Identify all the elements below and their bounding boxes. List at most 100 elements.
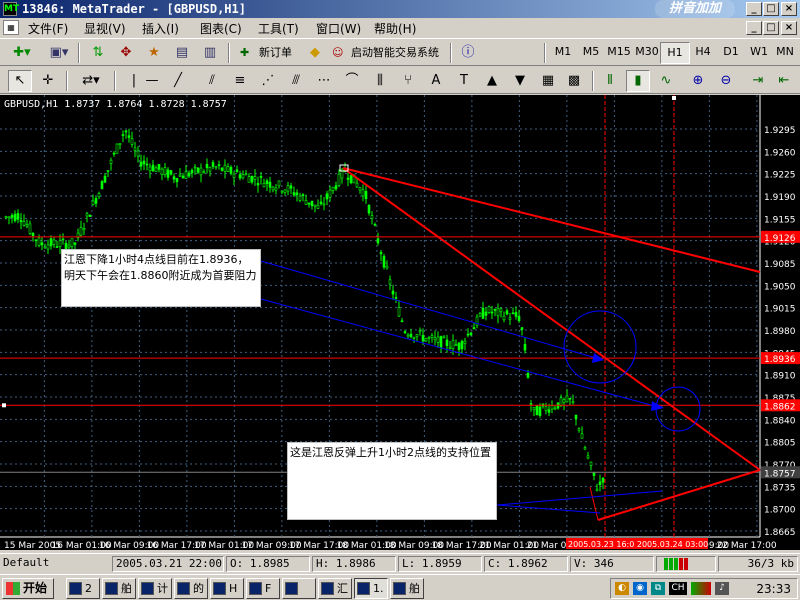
app-icon (213, 582, 226, 595)
timeframe-m1[interactable]: M1 (548, 42, 578, 64)
annotation-support[interactable]: 这是江恩反弹上升1小时2点线的支持位置 (287, 442, 497, 520)
crosshair-icon[interactable]: ✛ (36, 70, 60, 92)
bar-chart-icon[interactable]: ⫴ (598, 70, 622, 92)
taskbar-button-2[interactable]: 舶 (102, 578, 136, 599)
chart-shift-icon[interactable]: ⇤ (772, 70, 796, 92)
windows-taskbar: 开始 2 舶 计 的 H F 汇 1. 舶 ◐ ◉ ⧉ CH ♪ 23:33 (0, 574, 800, 600)
annotation-resistance[interactable]: 江恩下降1小时4点线目前在1.8936，明天下午会在1.8860附近成为首要阻力 (61, 249, 261, 307)
terminal-icon[interactable]: ▤ (170, 42, 194, 64)
zoom-in-icon[interactable]: ⊕ (686, 70, 710, 92)
gann-fan-icon[interactable]: ⋯ (312, 70, 336, 92)
language-indicator[interactable]: CH (669, 582, 687, 595)
network-icon[interactable]: ⧉ (651, 582, 665, 595)
taskbar-button-1[interactable]: 2 (66, 578, 100, 599)
inner-restore-button[interactable]: □ (763, 21, 779, 35)
zoom-out-icon[interactable]: ⊖ (714, 70, 738, 92)
taskbar-button-metatrader[interactable]: 1. (354, 578, 388, 599)
price-label: 1.8840 (764, 416, 796, 426)
candle-body (358, 187, 362, 191)
metaeditor-icon[interactable]: ◆ (304, 42, 326, 64)
candle-body (532, 407, 536, 410)
ime-logo: 拼音加加 (655, 0, 735, 18)
menu-tools[interactable]: 工具(T) (254, 20, 303, 37)
label-icon[interactable]: T (452, 70, 476, 92)
new-order-label: 新订单 (259, 46, 292, 59)
candle-body (202, 171, 206, 173)
fibo-arcs-icon[interactable]: ⌒ (340, 70, 364, 92)
timeframe-d1[interactable]: D1 (716, 42, 746, 64)
candle-body (280, 190, 284, 193)
candle-body (58, 240, 62, 247)
candle-body (304, 200, 308, 205)
timeframe-m5[interactable]: M5 (576, 42, 606, 64)
grid-icon[interactable]: ▦ (536, 70, 560, 92)
taskbar-button-3[interactable]: 计 (138, 578, 172, 599)
gann-line-icon[interactable]: ⫻ (284, 70, 308, 92)
tray-icon-2[interactable]: ◉ (633, 582, 647, 595)
candle-body (469, 332, 473, 336)
timeframe-h4[interactable]: H4 (688, 42, 718, 64)
fibo-fan-icon[interactable]: ⋰ (256, 70, 280, 92)
menu-help[interactable]: 帮助(H) (370, 20, 420, 37)
new-chart-icon[interactable]: ✚▾ (6, 42, 38, 64)
market-watch-icon[interactable]: ⇅ (86, 42, 110, 64)
expert-advisors-button[interactable]: ☺ 启动智能交易系统 (328, 42, 446, 64)
line-chart-icon[interactable]: ∿ (654, 70, 678, 92)
text-icon[interactable]: A (424, 70, 448, 92)
candle-body (250, 175, 254, 183)
timeframe-h1[interactable]: H1 (660, 42, 690, 64)
candle-body (292, 192, 296, 196)
horizontal-line-icon[interactable]: — (140, 70, 164, 92)
menu-insert[interactable]: 插入(I) (138, 20, 183, 37)
profiles-icon[interactable]: ▣▾ (44, 42, 74, 64)
candle-body (394, 297, 398, 299)
candle-body (370, 215, 374, 219)
arrow-down-icon[interactable]: ▼ (508, 70, 532, 92)
start-button[interactable]: 开始 (2, 578, 54, 599)
candle-body (478, 313, 482, 317)
trendline-icon[interactable]: ╱ (166, 70, 190, 92)
help-icon[interactable]: ⓘ (456, 42, 480, 64)
candle-body (172, 176, 176, 180)
candle-body (448, 346, 452, 349)
grid2-icon[interactable]: ▩ (562, 70, 586, 92)
candle-body (166, 169, 170, 178)
objects-dropdown-icon[interactable]: ⇄▾ (74, 70, 108, 92)
candlesticks-icon[interactable]: ▮ (626, 70, 650, 92)
tester-icon[interactable]: ▥ (198, 42, 222, 64)
menu-view[interactable]: 显视(V) (80, 20, 130, 37)
new-order-button[interactable]: ✚ 新订单 (236, 42, 302, 64)
minimize-button[interactable]: _ (746, 2, 762, 16)
cursor-icon[interactable]: ↖ (8, 70, 32, 92)
candle-body (262, 183, 266, 188)
maximize-button[interactable]: □ (763, 2, 779, 16)
fibo-time-icon[interactable]: ⫼ (368, 70, 392, 92)
tray-icon-1[interactable]: ◐ (615, 582, 629, 595)
data-window-icon[interactable]: ✥ (114, 42, 138, 64)
andrews-pitchfork-icon[interactable]: ⑂ (396, 70, 420, 92)
taskbar-button-7[interactable] (282, 578, 316, 599)
taskbar-button-4[interactable]: 的 (174, 578, 208, 599)
volume-icon[interactable]: ♪ (715, 582, 729, 595)
close-button[interactable]: × (781, 2, 797, 16)
inner-minimize-button[interactable]: _ (746, 21, 762, 35)
navigator-icon[interactable]: ★ (142, 42, 166, 64)
price-chart[interactable]: 1.92951.92601.92251.91901.91551.91201.90… (0, 95, 800, 550)
menu-charts[interactable]: 图表(C) (196, 20, 246, 37)
taskbar-button-5[interactable]: H (210, 578, 244, 599)
menu-file[interactable]: 文件(F) (24, 20, 72, 37)
window-title: 13846: MetaTrader - [GBPUSD,H1] (22, 2, 246, 16)
menu-window[interactable]: 窗口(W) (312, 20, 365, 37)
taskbar-button-10[interactable]: 舶 (390, 578, 424, 599)
timeframe-m15[interactable]: M15 (604, 42, 634, 64)
arrow-up-icon[interactable]: ▲ (480, 70, 504, 92)
inner-close-button[interactable]: × (781, 21, 797, 35)
auto-scroll-icon[interactable]: ⇥ (746, 70, 770, 92)
candle-body (79, 227, 83, 236)
equidistant-channel-icon[interactable]: ⫽ (200, 70, 224, 92)
timeframe-mn[interactable]: MN (770, 42, 800, 64)
timeframe-m30[interactable]: M30 (632, 42, 662, 64)
fibo-retracement-icon[interactable]: ≡ (228, 70, 252, 92)
taskbar-button-8[interactable]: 汇 (318, 578, 352, 599)
taskbar-button-6[interactable]: F (246, 578, 280, 599)
